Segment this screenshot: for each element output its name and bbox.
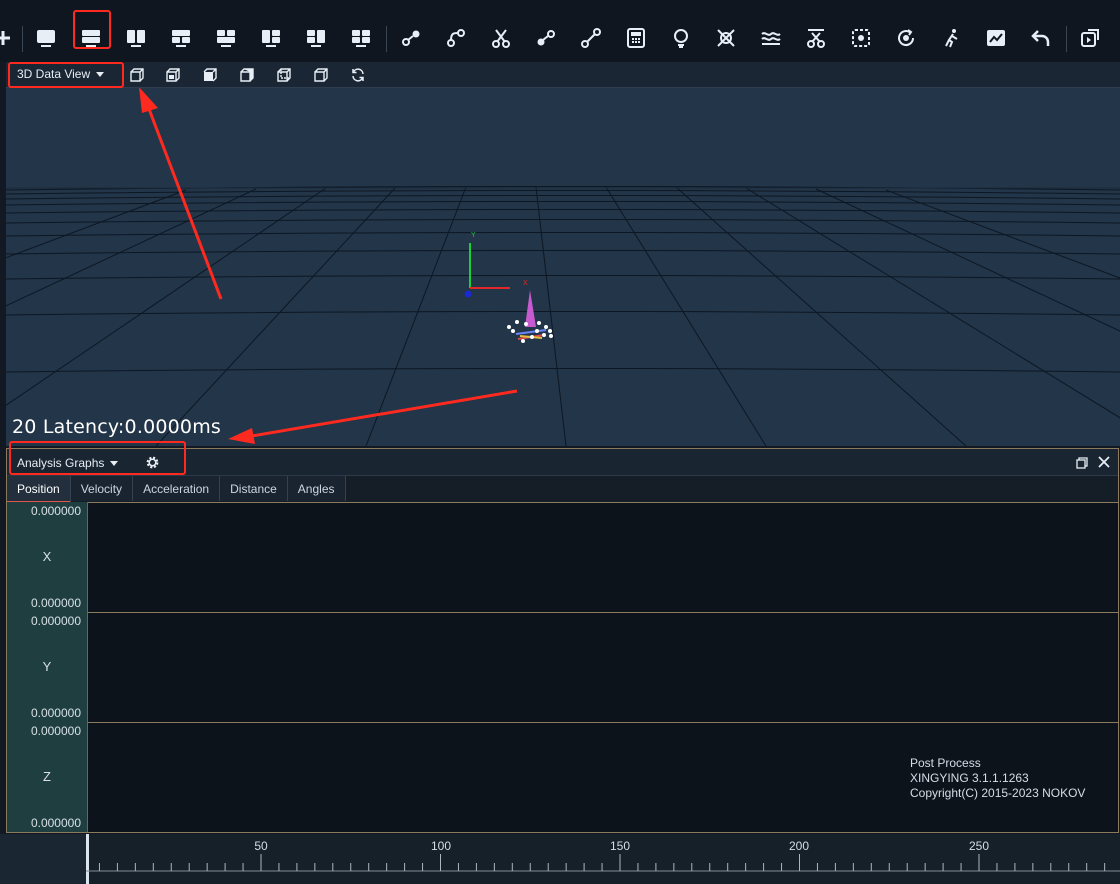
- three-view-top-icon[interactable]: [166, 20, 196, 56]
- scissors-icon[interactable]: [486, 20, 516, 56]
- vertical-split-icon[interactable]: [121, 20, 151, 56]
- point-link-icon[interactable]: [396, 20, 426, 56]
- graph-x-min: 0.000000: [30, 596, 81, 610]
- graph-z-max: 0.000000: [30, 724, 81, 738]
- restore-window-icon[interactable]: [1076, 456, 1088, 469]
- analysis-dropdown-highlight: [9, 441, 186, 475]
- quad-view-icon[interactable]: [346, 20, 376, 56]
- single-view-icon[interactable]: [31, 20, 61, 56]
- cube-back-icon[interactable]: [275, 66, 293, 84]
- wave-icon[interactable]: [756, 20, 786, 56]
- skeleton-run-icon[interactable]: [936, 20, 966, 56]
- graph-x-axis: 0.000000 X 0.000000: [7, 502, 88, 612]
- graph-z-axis: 0.000000 Z 0.000000: [7, 722, 88, 832]
- 3d-view-dropdown-highlight: [8, 62, 124, 88]
- timeline-ruler: [86, 854, 1120, 872]
- analysis-toolbar: Analysis Graphs: [7, 441, 1118, 476]
- tab-position[interactable]: Position: [7, 476, 71, 503]
- graph-y-axis: 0.000000 Y 0.000000: [7, 612, 88, 722]
- timeline-label-100: 100: [430, 839, 452, 853]
- analysis-graphs-panel: Analysis Graphs Position Velocity Accele…: [6, 441, 1119, 833]
- info-mode: Post Process: [910, 756, 981, 770]
- 3d-data-view[interactable]: Y X 3D Data View 20 Latency:0.0000ms: [6, 62, 1120, 446]
- cube-side-icon[interactable]: [201, 66, 219, 84]
- main-toolbar: [0, 0, 1120, 62]
- timeline-label-150: 150: [609, 839, 631, 853]
- cut-marker-icon[interactable]: [801, 20, 831, 56]
- tab-distance[interactable]: Distance: [220, 476, 288, 501]
- 3d-grid-canvas[interactable]: [6, 87, 1120, 446]
- toolbar-divider: [1066, 26, 1067, 52]
- toolbar-divider: [386, 26, 387, 52]
- analysis-tabs: Position Velocity Acceleration Distance …: [7, 476, 346, 503]
- cube-perspective-icon[interactable]: [312, 66, 330, 84]
- timeline-label-50: 50: [254, 839, 268, 853]
- plus-icon[interactable]: [0, 20, 18, 56]
- crossed-target-icon[interactable]: [711, 20, 741, 56]
- latency-readout: 20 Latency:0.0000ms: [12, 416, 222, 438]
- toolbar-divider: [22, 26, 23, 52]
- dotted-square-icon[interactable]: [846, 20, 876, 56]
- graph-y-label: Y: [42, 659, 52, 674]
- info-version: XINGYING 3.1.1.1263: [910, 771, 1029, 785]
- lightbulb-icon[interactable]: [666, 20, 696, 56]
- graph-z-label: Z: [43, 769, 51, 784]
- y-axis-label: Y: [471, 232, 476, 239]
- product-info: Post Process XINGYING 3.1.1.1263 Copyrig…: [910, 756, 1085, 801]
- three-view-left-icon[interactable]: [256, 20, 286, 56]
- graph-y[interactable]: 0.000000 Y 0.000000: [7, 612, 1118, 723]
- info-copyright: Copyright(C) 2015-2023 NOKOV: [910, 786, 1086, 800]
- 3d-view-toolbar: 3D Data View: [6, 62, 1120, 88]
- graph-x-label: X: [42, 549, 52, 564]
- three-view-right-icon[interactable]: [301, 20, 331, 56]
- tab-acceleration[interactable]: Acceleration: [133, 476, 221, 501]
- cube-iso-icon[interactable]: [238, 66, 256, 84]
- graph-x[interactable]: 0.000000 X 0.000000: [7, 502, 1118, 613]
- timeline-label-250: 250: [968, 839, 990, 853]
- graph-x-max: 0.000000: [30, 504, 81, 518]
- timeline[interactable]: 50 100 150 200 250: [0, 834, 1120, 884]
- bone-link-icon[interactable]: [576, 20, 606, 56]
- x-axis-label: X: [523, 280, 528, 287]
- tab-angles[interactable]: Angles: [287, 476, 346, 501]
- timeline-label-200: 200: [788, 839, 810, 853]
- graph-y-max: 0.000000: [30, 614, 81, 628]
- curve-link-icon[interactable]: [441, 20, 471, 56]
- cube-front-icon[interactable]: [128, 66, 146, 84]
- graph-z-min: 0.000000: [30, 816, 81, 830]
- node-link-icon[interactable]: [531, 20, 561, 56]
- cube-top-icon[interactable]: [164, 66, 182, 84]
- close-icon[interactable]: [1097, 455, 1111, 469]
- graph-y-min: 0.000000: [30, 706, 81, 720]
- line-graph-icon[interactable]: [981, 20, 1011, 56]
- calculator-icon[interactable]: [621, 20, 651, 56]
- layout-button-highlight: [73, 10, 111, 49]
- rotate-target-icon[interactable]: [891, 20, 921, 56]
- undo-icon[interactable]: [1026, 20, 1056, 56]
- reset-view-icon[interactable]: [349, 66, 367, 84]
- three-view-bottom-icon[interactable]: [211, 20, 241, 56]
- export-icon[interactable]: [1075, 20, 1105, 56]
- tab-velocity[interactable]: Velocity: [70, 476, 134, 501]
